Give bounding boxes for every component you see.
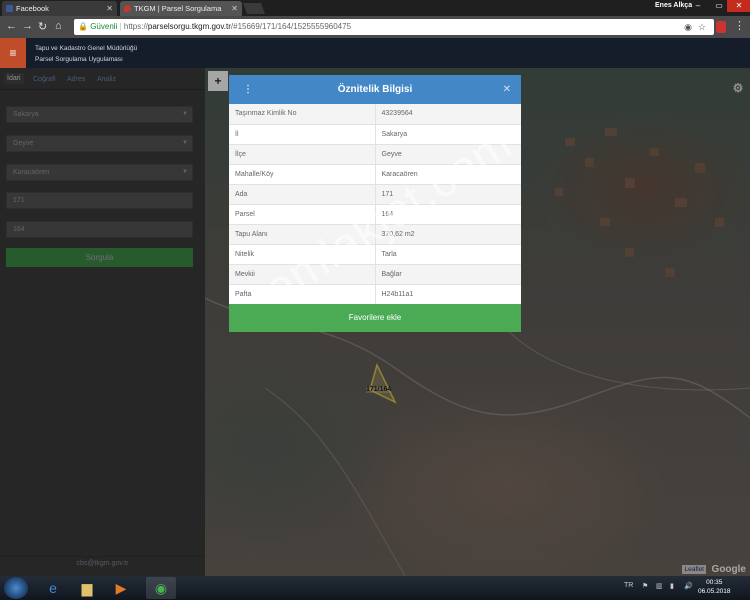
attribute-key: İlçe xyxy=(229,144,376,165)
tab-tkgm[interactable]: TKGM | Parsel Sorgulama ✕ xyxy=(120,1,242,16)
modal-title: Öznitelik Bilgisi xyxy=(337,84,413,95)
app-title-line1: Tapu ve Kadastro Genel Müdürlüğü xyxy=(35,45,138,52)
home-icon[interactable]: ⌂ xyxy=(55,20,62,32)
hamburger-menu-icon[interactable]: ≡ xyxy=(0,38,26,68)
tab-title: TKGM | Parsel Sorgulama xyxy=(134,4,222,13)
start-button[interactable] xyxy=(4,577,28,599)
close-window-icon[interactable]: ✕ xyxy=(727,0,750,12)
flag-icon[interactable]: ⚑ xyxy=(642,582,648,590)
reload-icon[interactable]: ↻ xyxy=(38,20,47,33)
address-toolbar: ← → ↻ ⌂ 🔒 Güvenli | https://parselsorgu.… xyxy=(0,16,750,38)
attribute-key: Nitelik xyxy=(229,244,376,265)
url-path: /#15669/171/164/1525555960475 xyxy=(230,22,352,31)
attribute-value: 43239564 xyxy=(375,104,521,125)
signal-icon[interactable]: ▮ xyxy=(670,582,674,590)
close-icon[interactable]: ✕ xyxy=(503,75,511,104)
back-icon[interactable]: ← xyxy=(6,20,17,32)
drag-handle-icon[interactable]: ⋮ xyxy=(243,75,253,104)
table-row: Nitelik Tarla xyxy=(229,244,521,265)
url-scheme: https:// xyxy=(123,22,148,31)
network-icon[interactable]: ▥ xyxy=(656,582,663,590)
lock-icon: 🔒 xyxy=(78,22,88,31)
attribute-table: Taşınmaz Kimlik No 43239564 İl Sakarya İlçe G… xyxy=(229,104,521,305)
close-tab-icon[interactable]: ✕ xyxy=(106,1,113,16)
add-favorite-button[interactable]: Favorilere ekle xyxy=(229,304,521,332)
attribute-key: İl xyxy=(229,124,376,145)
browser-menu-icon[interactable]: ⋮ xyxy=(734,19,745,32)
location-pin-icon xyxy=(124,5,131,12)
clock-time: 00:35 xyxy=(706,579,723,586)
attribute-key: Mahalle/Köy xyxy=(229,164,376,185)
table-row: Parsel 164 xyxy=(229,204,521,225)
volume-icon[interactable]: 🔊 xyxy=(684,582,693,590)
secure-label: Güvenli xyxy=(90,22,118,31)
table-row: Ada 171 xyxy=(229,184,521,205)
tab-title: Facebook xyxy=(16,4,49,13)
system-clock[interactable]: 00:35 06.05.2018 xyxy=(698,578,731,596)
attribute-key: Parsel xyxy=(229,204,376,225)
internet-explorer-icon[interactable]: e xyxy=(38,577,68,599)
forward-icon[interactable]: → xyxy=(22,20,33,32)
table-row: Mevkii Bağlar xyxy=(229,264,521,285)
table-row: İlçe Geyve xyxy=(229,144,521,165)
attribute-key: Mevkii xyxy=(229,264,376,285)
new-tab-button[interactable] xyxy=(242,3,266,14)
language-indicator[interactable]: TR xyxy=(624,582,633,589)
attribute-value: Sakarya xyxy=(375,124,521,145)
attribute-value: Tarla xyxy=(375,244,521,265)
attribute-key: Ada xyxy=(229,184,376,205)
chrome-icon[interactable]: ◉ xyxy=(146,577,176,599)
attribute-value: Bağlar xyxy=(375,264,521,285)
table-row: Pafta H24b11a1 xyxy=(229,284,521,305)
attribute-value: 164 xyxy=(375,204,521,225)
app-title: Tapu ve Kadastro Genel Müdürlüğü Parsel … xyxy=(35,43,137,65)
clock-date: 06.05.2018 xyxy=(698,588,731,595)
modal-header: ⋮ Öznitelik Bilgisi ✕ xyxy=(229,75,521,104)
url-input[interactable]: 🔒 Güvenli | https://parselsorgu.tkgm.gov… xyxy=(74,19,714,35)
attribute-value: 370,62 m2 xyxy=(375,224,521,245)
table-row: Tapu Alanı 370,62 m2 xyxy=(229,224,521,245)
table-row: Mahalle/Köy Karacaören xyxy=(229,164,521,185)
attribute-value: Geyve xyxy=(375,144,521,165)
attribute-info-modal: ⋮ Öznitelik Bilgisi ✕ Taşınmaz Kimlik No… xyxy=(229,75,521,332)
attribute-key: Taşınmaz Kimlik No xyxy=(229,104,376,125)
attribute-value: Karacaören xyxy=(375,164,521,185)
attribute-key: Pafta xyxy=(229,284,376,305)
table-row: Taşınmaz Kimlik No 43239564 xyxy=(229,104,521,125)
url-host: parselsorgu.tkgm.gov.tr xyxy=(147,22,231,31)
location-target-icon[interactable]: ◉ xyxy=(684,19,692,35)
browser-tab-bar: Facebook ✕ TKGM | Parsel Sorgulama ✕ Ene… xyxy=(0,0,750,16)
attribute-key: Tapu Alanı xyxy=(229,224,376,245)
windows-taskbar: e ▆ ▶ ◉ TR ⚑ ▥ ▮ 🔊 00:35 06.05.2018 xyxy=(0,576,750,600)
close-tab-icon[interactable]: ✕ xyxy=(231,1,238,16)
app-header: ≡ Tapu ve Kadastro Genel Müdürlüğü Parse… xyxy=(0,38,750,68)
attribute-value: H24b11a1 xyxy=(375,284,521,305)
attribute-value: 171 xyxy=(375,184,521,205)
extension-shield-icon[interactable] xyxy=(716,21,726,33)
file-explorer-icon[interactable]: ▆ xyxy=(72,577,102,599)
bookmark-star-icon[interactable]: ☆ xyxy=(698,19,706,35)
facebook-icon xyxy=(6,5,13,12)
app-title-line2: Parsel Sorgulama Uygulaması xyxy=(35,56,123,63)
tab-facebook[interactable]: Facebook ✕ xyxy=(2,1,117,16)
table-row: İl Sakarya xyxy=(229,124,521,145)
media-player-icon[interactable]: ▶ xyxy=(106,577,136,599)
